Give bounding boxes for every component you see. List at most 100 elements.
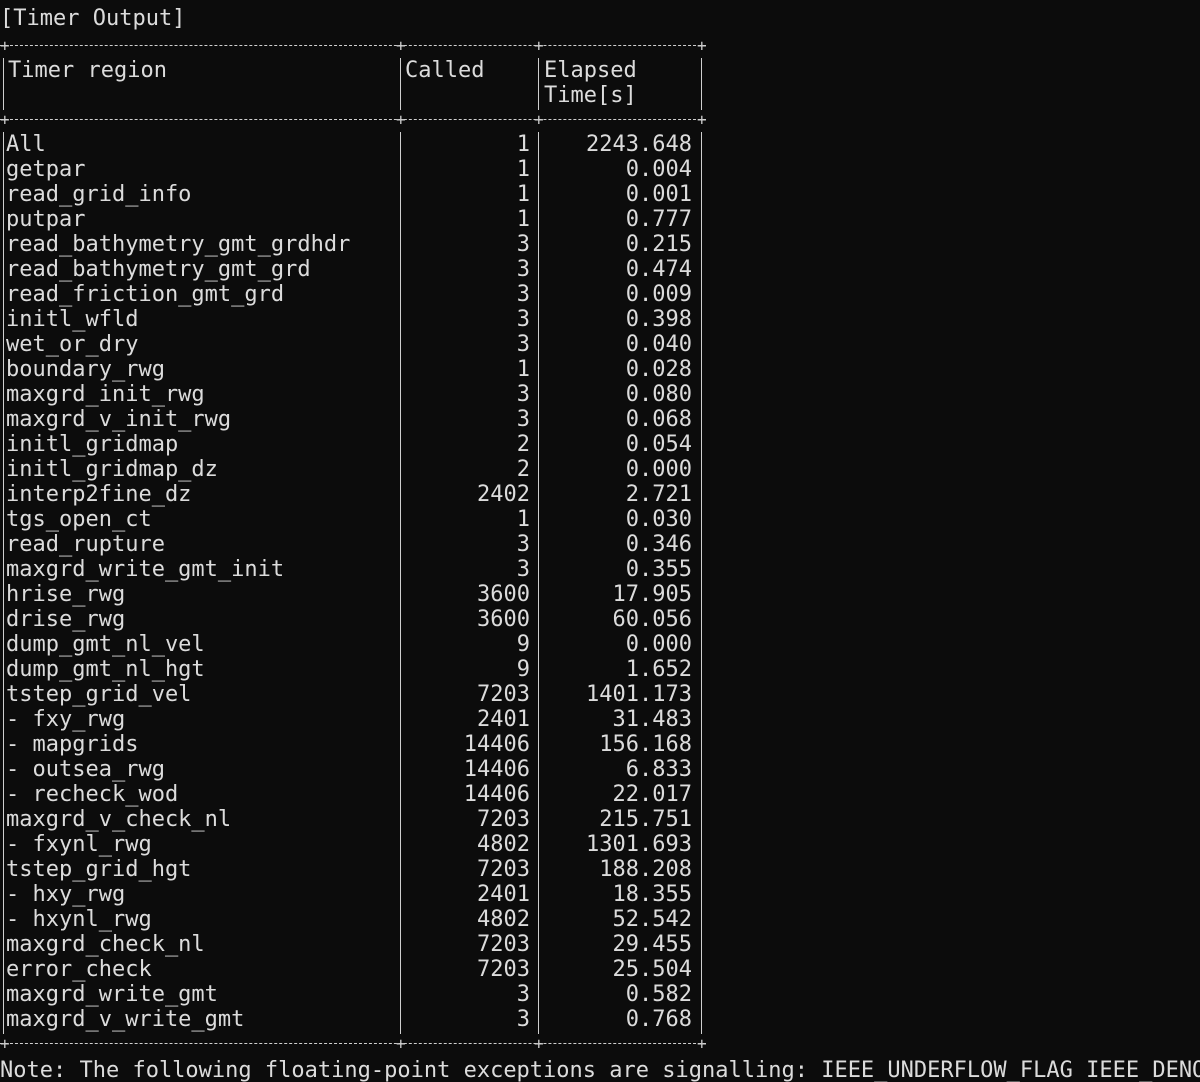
header-timer-region: Timer region <box>8 58 167 83</box>
elapsed-time: 1.652 <box>625 657 692 682</box>
called-count: 1 <box>516 182 530 207</box>
called-count: 2 <box>516 457 530 482</box>
called-count: 1 <box>516 207 530 232</box>
fp-exception-note: Note: The following floating-point excep… <box>0 1058 1200 1082</box>
timer-region-name: maxgrd_write_gmt_init <box>6 557 285 582</box>
timer-region-name: hrise_rwg <box>6 582 126 607</box>
timer-region-name: All <box>6 132 46 157</box>
table-row: maxgrd_v_init_rwg 3 0.068 <box>0 407 706 432</box>
elapsed-time: 0.777 <box>625 207 692 232</box>
border-corner: + <box>534 1034 544 1053</box>
timer-region-name: - hxynl_rwg <box>6 907 152 932</box>
table-row: maxgrd_write_gmt_init 3 0.355 <box>0 557 706 582</box>
table-row: initl_gridmap_dz 2 0.000 <box>0 457 706 482</box>
called-count: 1 <box>516 157 530 182</box>
border-corner: + <box>697 1034 707 1053</box>
table-row: boundary_rwg 1 0.028 <box>0 357 706 382</box>
table-row: - recheck_wod 14406 22.017 <box>0 782 706 807</box>
timer-region-name: dump_gmt_nl_vel <box>6 632 205 657</box>
timer-region-name: drise_rwg <box>6 607 126 632</box>
table-row: putpar 1 0.777 <box>0 207 706 232</box>
border-corner: + <box>697 36 707 55</box>
elapsed-time: 6.833 <box>625 757 692 782</box>
elapsed-time: 25.504 <box>612 957 692 982</box>
called-count: 3600 <box>477 607 530 632</box>
table-row: tstep_grid_hgt 7203 188.208 <box>0 857 706 882</box>
border-corner: + <box>396 36 406 55</box>
called-count: 3 <box>516 307 530 332</box>
called-count: 7203 <box>477 857 530 882</box>
border-corner: + <box>396 1034 406 1053</box>
border-corner: + <box>0 36 10 55</box>
elapsed-time: 0.001 <box>625 182 692 207</box>
called-count: 3 <box>516 1007 530 1032</box>
called-count: 2401 <box>477 707 530 732</box>
called-count: 9 <box>516 657 530 682</box>
elapsed-time: 0.009 <box>625 282 692 307</box>
timer-region-name: getpar <box>6 157 86 182</box>
elapsed-time: 0.398 <box>625 307 692 332</box>
called-count: 4802 <box>477 907 530 932</box>
table-row: initl_gridmap 2 0.054 <box>0 432 706 457</box>
called-count: 3 <box>516 982 530 1007</box>
elapsed-time: 0.028 <box>625 357 692 382</box>
elapsed-time: 0.030 <box>625 507 692 532</box>
table-row: initl_wfld 3 0.398 <box>0 307 706 332</box>
timer-region-name: maxgrd_v_write_gmt <box>6 1007 245 1032</box>
border-corner: + <box>697 110 707 129</box>
called-count: 9 <box>516 632 530 657</box>
elapsed-time: 29.455 <box>612 932 692 957</box>
called-count: 2402 <box>477 482 530 507</box>
called-count: 7203 <box>477 932 530 957</box>
elapsed-time: 31.483 <box>612 707 692 732</box>
table-row: - mapgrids 14406 156.168 <box>0 732 706 757</box>
border-corner: + <box>0 110 10 129</box>
header-bottom-border <box>0 119 706 121</box>
table-top-border <box>0 45 706 47</box>
elapsed-time: 60.056 <box>612 607 692 632</box>
timer-region-name: - fxynl_rwg <box>6 832 152 857</box>
called-count: 1 <box>516 357 530 382</box>
timer-region-name: dump_gmt_nl_hgt <box>6 657 205 682</box>
called-count: 2 <box>516 432 530 457</box>
timer-region-name: tstep_grid_hgt <box>6 857 192 882</box>
table-row: dump_gmt_nl_hgt 9 1.652 <box>0 657 706 682</box>
timer-region-name: maxgrd_v_init_rwg <box>6 407 232 432</box>
called-count: 14406 <box>463 732 530 757</box>
elapsed-time: 0.000 <box>625 457 692 482</box>
table-row: read_friction_gmt_grd 3 0.009 <box>0 282 706 307</box>
timer-region-name: interp2fine_dz <box>6 482 192 507</box>
called-count: 3 <box>516 257 530 282</box>
elapsed-time: 0.068 <box>625 407 692 432</box>
elapsed-time: 17.905 <box>612 582 692 607</box>
timer-region-name: - recheck_wod <box>6 782 179 807</box>
header-called: Called <box>405 58 485 83</box>
table-row: wet_or_dry 3 0.040 <box>0 332 706 357</box>
terminal-window: [Timer Output] + + + + Timer region Call… <box>0 0 1200 1082</box>
timer-region-name: putpar <box>6 207 86 232</box>
timer-region-name: wet_or_dry <box>6 332 139 357</box>
timer-region-name: tstep_grid_vel <box>6 682 192 707</box>
elapsed-time: 52.542 <box>612 907 692 932</box>
table-row: interp2fine_dz 2402 2.721 <box>0 482 706 507</box>
column-divider <box>538 58 539 110</box>
table-row: read_bathymetry_gmt_grdhdr 3 0.215 <box>0 232 706 257</box>
timer-region-name: maxgrd_write_gmt <box>6 982 218 1007</box>
called-count: 3 <box>516 557 530 582</box>
elapsed-time: 2.721 <box>625 482 692 507</box>
timer-region-name: maxgrd_init_rwg <box>6 382 205 407</box>
timer-output-title: [Timer Output] <box>0 6 186 31</box>
elapsed-time: 0.054 <box>625 432 692 457</box>
table-row: hrise_rwg 3600 17.905 <box>0 582 706 607</box>
elapsed-time: 156.168 <box>599 732 692 757</box>
table-row: read_bathymetry_gmt_grd 3 0.474 <box>0 257 706 282</box>
called-count: 4802 <box>477 832 530 857</box>
timer-region-name: - fxy_rwg <box>6 707 126 732</box>
elapsed-time: 0.215 <box>625 232 692 257</box>
elapsed-time: 0.346 <box>625 532 692 557</box>
table-row: - hxynl_rwg 4802 52.542 <box>0 907 706 932</box>
called-count: 7203 <box>477 682 530 707</box>
called-count: 1 <box>516 132 530 157</box>
table-row: tgs_open_ct 1 0.030 <box>0 507 706 532</box>
timer-region-name: - mapgrids <box>6 732 139 757</box>
